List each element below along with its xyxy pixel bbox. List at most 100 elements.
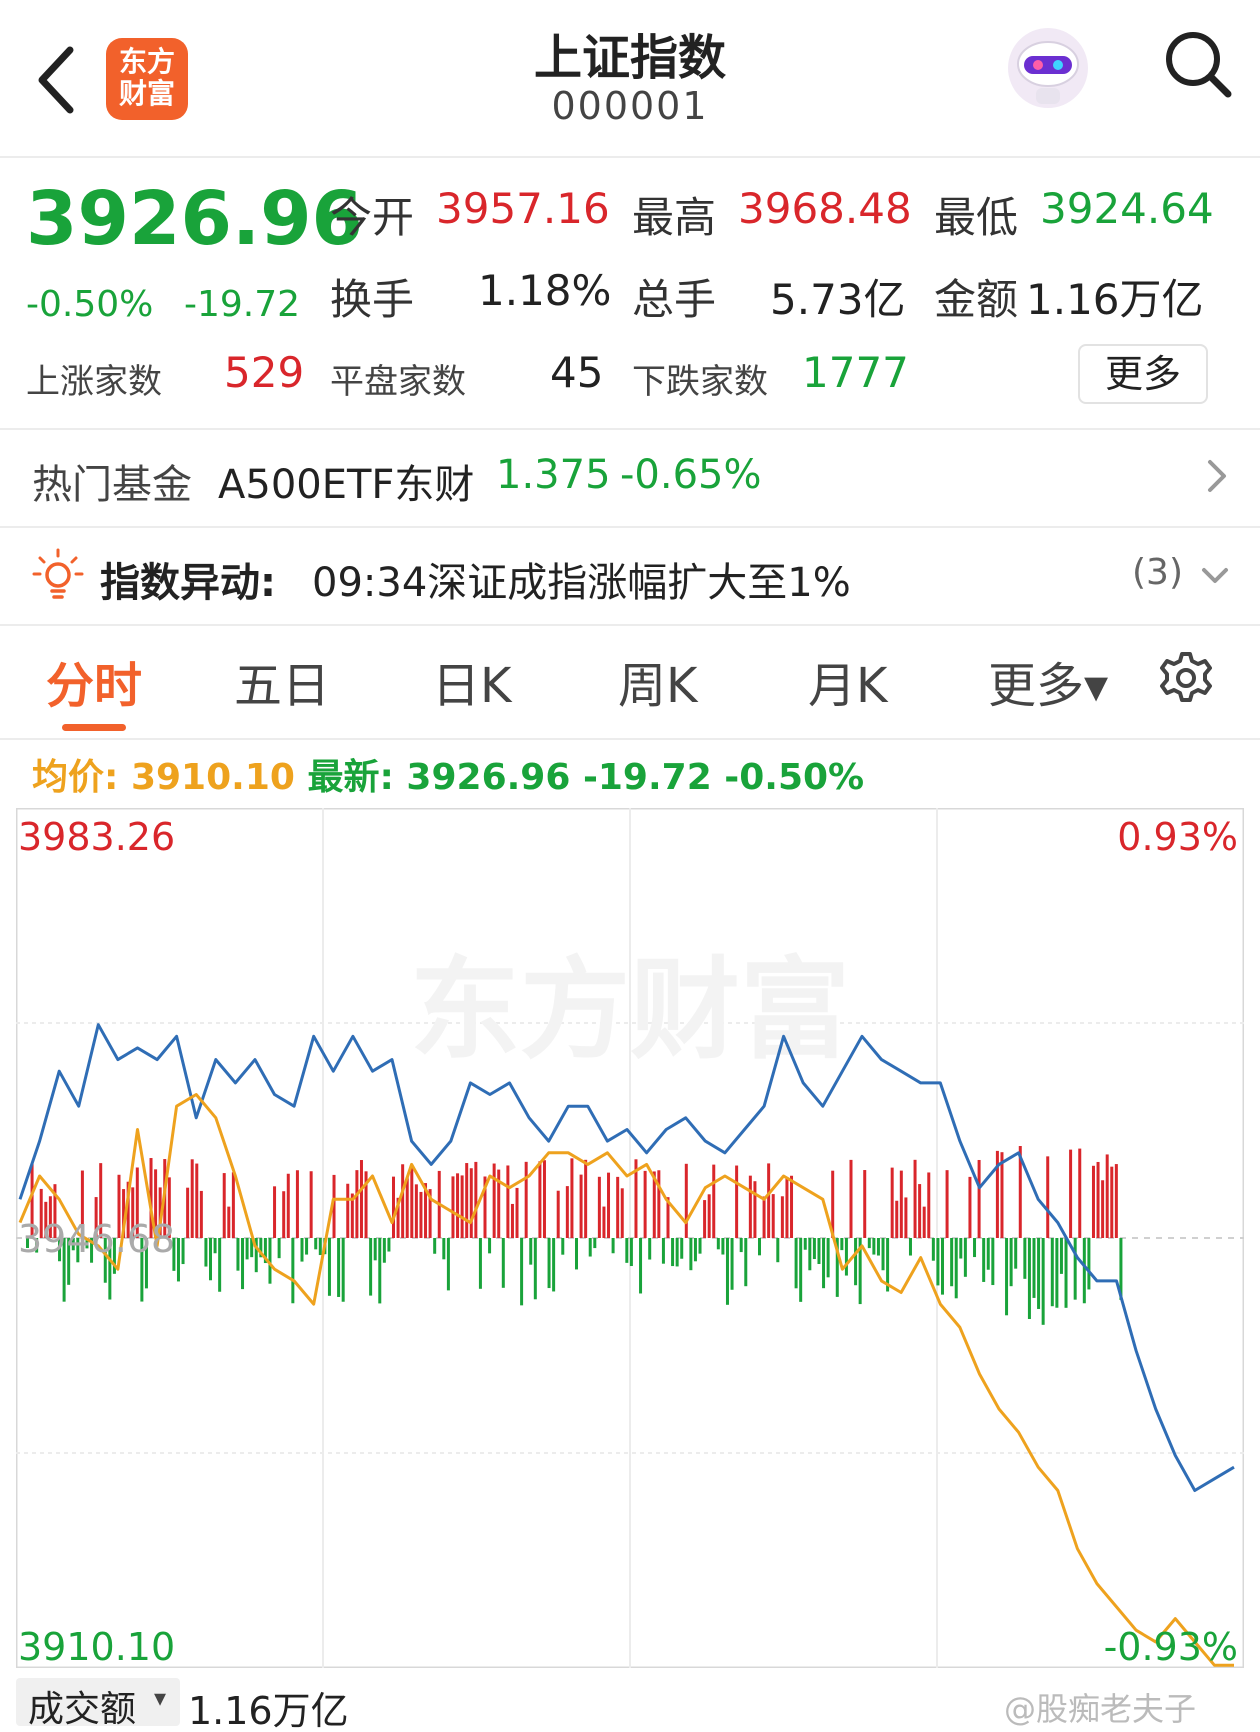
volume-bar-down (341, 1238, 345, 1302)
volume-bar-down (1073, 1238, 1077, 1300)
volume-bar-up (899, 1170, 903, 1238)
volume-bar-down (305, 1238, 309, 1255)
volume-bar-down (680, 1238, 684, 1259)
tab-monthly-k[interactable]: 月K (808, 646, 887, 716)
volume-bar-down (744, 1238, 748, 1287)
lightbulb-icon (32, 548, 84, 604)
y-top-left-label: 3983.26 (18, 815, 175, 859)
volume-bar-down (245, 1238, 249, 1260)
volume-bar-up (767, 1163, 771, 1238)
volume-bar-down (931, 1238, 935, 1261)
volume-bar-up (492, 1163, 496, 1238)
tab-five-day[interactable]: 五日 (234, 646, 330, 716)
latest-change: -19.72 (582, 757, 712, 798)
volume-bar-up (1101, 1180, 1105, 1238)
volume-bar-up (190, 1159, 194, 1238)
volume-bar-up (616, 1176, 620, 1238)
volume-bar-up (515, 1187, 519, 1238)
volume-bar-up (414, 1184, 418, 1238)
volume-bar-down (991, 1238, 995, 1286)
volume-bar-down (648, 1238, 652, 1260)
hot-fund-row[interactable]: 热门基金 A500ETF东财 1.375 -0.65% (0, 430, 1260, 526)
volume-selector-arrow: ▾ (154, 1684, 167, 1712)
volume-bar-down (387, 1238, 391, 1252)
volume-bar-up (199, 1190, 203, 1238)
volume-bar-up (231, 1172, 235, 1238)
amount-label: 金额 (934, 275, 1019, 324)
hot-fund-name: A500ETF东财 (218, 462, 475, 508)
volume-bar-up (469, 1168, 473, 1238)
volume-bar-down (625, 1238, 629, 1263)
change-percent: -0.50% (26, 284, 154, 325)
volume-bar-up (707, 1194, 711, 1238)
volume-bar-down (1009, 1238, 1013, 1287)
volume-bar-up (186, 1187, 190, 1238)
volume-bar-up (735, 1165, 739, 1238)
volume-bar-down (689, 1238, 693, 1271)
open-value: 3957.16 (436, 184, 610, 233)
volume-bar-up (913, 1159, 917, 1238)
amount-value: 1.16万亿 (1026, 275, 1204, 324)
volume-bar-down (529, 1238, 533, 1265)
volume-bar-up (657, 1170, 661, 1238)
tab-more[interactable]: 更多▾ (988, 646, 1108, 716)
volume-bar-down (739, 1238, 743, 1253)
chart-watermark: 东方财富 (410, 946, 850, 1074)
volume-bar-down (776, 1238, 780, 1263)
tab-daily-k[interactable]: 日K (432, 646, 511, 716)
volume-bar-up (1000, 1152, 1004, 1238)
index-alert-row[interactable]: 指数异动: 09:34深证成指涨幅扩大至1% (3) (0, 526, 1260, 624)
more-button[interactable]: 更多 (1078, 344, 1208, 404)
volume-bar-down (661, 1238, 665, 1264)
volume-bar-up (460, 1175, 464, 1238)
volume-bar-down (1064, 1238, 1068, 1308)
volume-bar-up (849, 1159, 853, 1238)
volume-bar-up (1105, 1154, 1109, 1238)
series-line-1 (18, 1093, 1234, 1667)
volume-bar-down (337, 1238, 341, 1297)
volume-bar-down (611, 1238, 615, 1254)
volume-selector[interactable]: 成交额 ▾ (16, 1678, 180, 1730)
volume-bar-up (762, 1196, 766, 1238)
volume-bar-up (286, 1173, 290, 1238)
volume-bar-down (799, 1238, 803, 1302)
volume-bar-down (1014, 1238, 1018, 1269)
volume-bar-up (927, 1172, 931, 1238)
volume-bar-up (712, 1164, 716, 1238)
volume-bar-down (1050, 1238, 1054, 1307)
volume-bar-down (954, 1238, 958, 1299)
volume-bar-up (968, 1176, 972, 1238)
volume-bar-down (561, 1238, 565, 1255)
volume-bar-up (556, 1190, 560, 1238)
chevron-down-icon[interactable] (1200, 566, 1230, 590)
volume-bar-down (1032, 1238, 1036, 1298)
volume-bar-up (542, 1160, 546, 1238)
change-value: -19.72 (184, 284, 301, 325)
volume-bar-down (693, 1238, 697, 1262)
intraday-chart[interactable]: 东方财富 3983.26 3946.68 3910.10 0.93% -0.93… (16, 808, 1244, 1668)
gear-icon[interactable] (1158, 650, 1214, 710)
volume-bar-down (1041, 1238, 1045, 1325)
volume-bar-up (474, 1161, 478, 1238)
volume-bar-down (730, 1238, 734, 1290)
volume-bar-up (607, 1172, 611, 1238)
tab-intraday[interactable]: 分时 (46, 646, 142, 716)
volume-bar-up (785, 1177, 789, 1238)
volume-bar-down (478, 1238, 482, 1289)
volume-bar-down (378, 1238, 382, 1304)
tab-weekly-k[interactable]: 周K (618, 646, 697, 716)
volume-bar-down (488, 1238, 492, 1254)
search-icon[interactable] (1160, 26, 1236, 102)
y-top-right-label: 0.93% (1117, 815, 1238, 859)
assistant-robot-icon[interactable] (1002, 22, 1094, 114)
volume-bar-down (547, 1238, 551, 1289)
latest-value: 3926.96 (406, 757, 571, 798)
volume-label: 总手 (632, 275, 717, 324)
low-value: 3924.64 (1040, 184, 1214, 233)
volume-bar-up (753, 1181, 757, 1238)
volume-bar-down (867, 1238, 871, 1249)
volume-bar-up (904, 1197, 908, 1238)
volume-bar-down (300, 1238, 304, 1262)
current-price: 3926.96 (26, 176, 364, 262)
latest-pct: -0.50% (724, 757, 865, 798)
